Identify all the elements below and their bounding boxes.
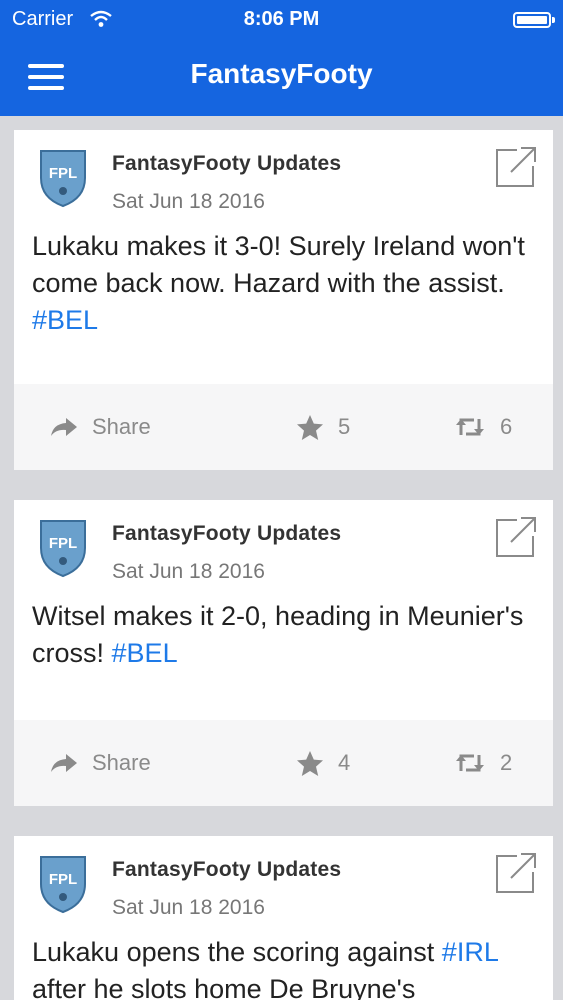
fpl-logo-icon: FPL [40, 520, 86, 578]
post-author: FantasyFooty Updates [112, 152, 342, 175]
favorite-button[interactable]: 4 [296, 720, 350, 806]
post-card: FPL FantasyFooty Updates Sat Jun 18 2016… [14, 836, 553, 1000]
external-link-icon[interactable] [491, 850, 539, 898]
post-date: Sat Jun 18 2016 [112, 896, 265, 919]
retweet-button[interactable]: 6 [454, 384, 512, 470]
post-card: FPL FantasyFooty Updates Sat Jun 18 2016… [14, 130, 553, 470]
clock: 8:06 PM [243, 8, 320, 30]
share-icon [51, 418, 77, 436]
favorite-count: 5 [338, 414, 351, 439]
external-link-icon[interactable] [491, 144, 539, 192]
post-date: Sat Jun 18 2016 [112, 560, 265, 583]
share-label: Share [92, 750, 151, 775]
hashtag-link[interactable]: #BEL [32, 305, 98, 335]
post-header: FPL FantasyFooty Updates Sat Jun 18 2016 [14, 130, 553, 218]
svg-text:FPL: FPL [49, 165, 77, 182]
retweet-icon [456, 418, 484, 436]
external-link-icon[interactable] [491, 514, 539, 562]
navigation-bar: Carrier 8:06 PM FantasyFooty [0, 0, 563, 116]
battery-icon [513, 12, 555, 28]
post-text: Lukaku makes it 3-0! Surely Ireland won'… [32, 228, 533, 339]
retweet-count: 6 [500, 414, 513, 439]
hashtag-link[interactable]: #IRL [442, 937, 498, 967]
retweet-icon [456, 754, 484, 772]
post-author: FantasyFooty Updates [112, 522, 342, 545]
post-header: FPL FantasyFooty Updates Sat Jun 18 2016 [14, 500, 553, 588]
retweet-count: 2 [500, 750, 513, 775]
favorite-button[interactable]: 5 [296, 384, 350, 470]
post-date: Sat Jun 18 2016 [112, 190, 265, 213]
star-icon [297, 750, 323, 776]
post-card: FPL FantasyFooty Updates Sat Jun 18 2016… [14, 500, 553, 806]
post-body-continued: after he slots home De Bruyne's [32, 974, 416, 1000]
post-body: Witsel makes it 2-0, heading in Meunier'… [32, 601, 524, 668]
fpl-logo-icon: FPL [40, 150, 86, 208]
post-text: Lukaku opens the scoring against #IRL af… [32, 934, 533, 1000]
post-header: FPL FantasyFooty Updates Sat Jun 18 2016 [14, 836, 553, 924]
share-label: Share [92, 414, 151, 439]
share-icon [51, 754, 77, 772]
post-body: Lukaku opens the scoring against [32, 937, 435, 967]
favorite-count: 4 [338, 750, 351, 775]
post-actions: Share 5 6 [14, 384, 553, 470]
share-button[interactable]: Share [50, 384, 151, 470]
svg-text:FPL: FPL [49, 535, 77, 552]
app-title: FantasyFooty [190, 58, 373, 89]
post-text: Witsel makes it 2-0, heading in Meunier'… [32, 598, 533, 672]
status-bar: Carrier 8:06 PM [0, 0, 563, 40]
post-body: Lukaku makes it 3-0! Surely Ireland won'… [32, 231, 525, 298]
share-button[interactable]: Share [50, 720, 151, 806]
hashtag-link[interactable]: #BEL [112, 638, 178, 668]
fpl-logo-icon: FPL [40, 856, 86, 914]
post-author: FantasyFooty Updates [112, 858, 342, 881]
star-icon [297, 414, 323, 440]
svg-text:FPL: FPL [49, 871, 77, 888]
retweet-button[interactable]: 2 [454, 720, 512, 806]
post-actions: Share 4 2 [14, 720, 553, 806]
